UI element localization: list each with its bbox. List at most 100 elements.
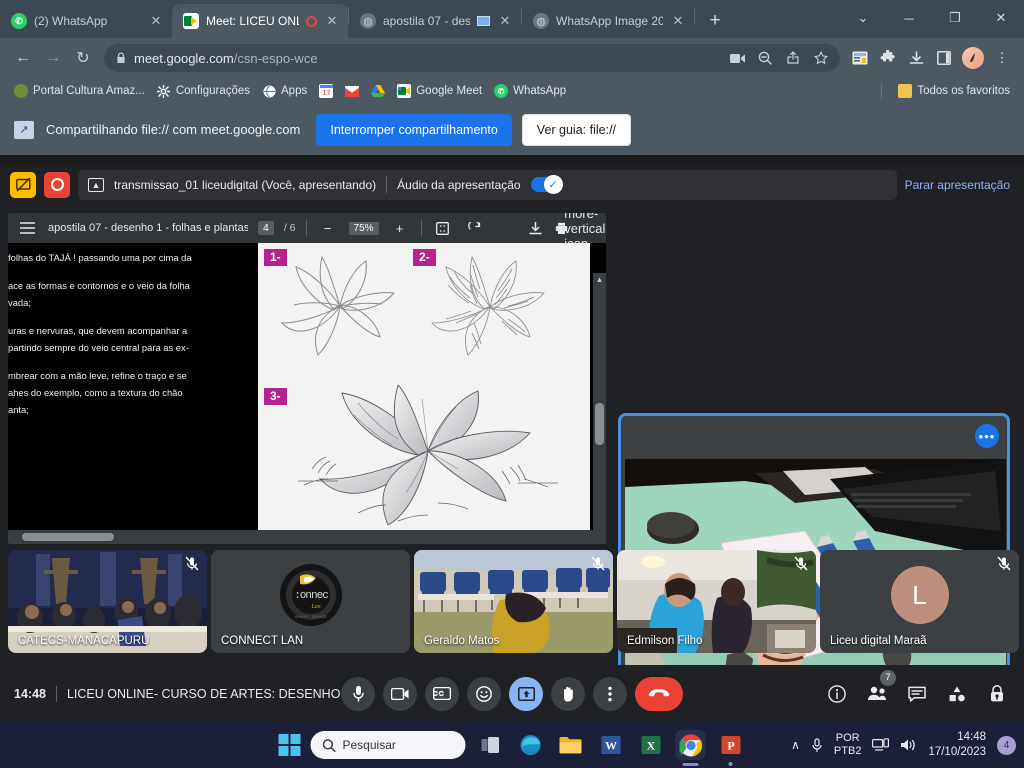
new-tab-button[interactable]: + [701,7,729,35]
more-options-button[interactable] [593,676,627,711]
tab-close-icon[interactable]: ✕ [148,13,164,29]
more-vertical-icon[interactable]: more-vertical-icon [564,213,606,251]
scroll-thumb[interactable] [595,403,604,445]
microphone-button[interactable] [341,676,375,711]
scroll-thumb[interactable] [22,533,114,541]
unpin-screen-icon[interactable] [10,171,36,198]
hamburger-menu-icon[interactable] [16,217,38,239]
bookmark-drive[interactable] [365,82,391,100]
taskbar-apps: Pesquisar W X P [278,730,746,760]
bookmark-google-meet[interactable]: Google Meet [391,82,488,100]
meeting-details-button[interactable] [824,681,850,707]
stop-sharing-button[interactable]: Interromper compartilhamento [316,113,512,146]
pdf-vertical-scrollbar[interactable]: ▲ ▼ [593,273,606,544]
close-button[interactable]: ✕ [978,0,1024,36]
bookmark-calendar[interactable]: 17 [313,82,339,100]
profile-avatar[interactable] [962,47,984,69]
bookmark-portal-cultura[interactable]: Portal Cultura Amaz... [8,82,151,100]
present-now-button[interactable] [509,676,543,711]
zoom-out-icon[interactable] [752,45,778,71]
omnibox-actions [724,45,834,71]
bookmark-all-folder[interactable]: Todos os favoritos [892,82,1016,100]
notification-badge[interactable]: 4 [997,735,1016,755]
tab-close-icon[interactable]: ✕ [670,13,686,29]
tab-close-icon[interactable]: ✕ [324,13,340,29]
captions-button[interactable] [425,676,459,711]
reload-icon[interactable]: ↻ [68,43,98,73]
network-icon[interactable] [872,738,890,752]
address-bar[interactable]: meet.google.com/csn-espo-wce [104,44,840,72]
tab-search-icon[interactable]: ⌄ [840,0,886,36]
mic-icon[interactable] [811,737,823,753]
participant-tile-4[interactable]: L Liceu digital Maraã [820,550,1019,653]
file-explorer-icon[interactable] [556,730,586,760]
maximize-button[interactable]: ❐ [932,0,978,36]
participants-button[interactable]: 7 [864,669,896,707]
bookmark-star-icon[interactable] [808,45,834,71]
task-view-icon[interactable] [476,730,506,760]
meeting-clock: 14:48 [14,686,46,701]
word-icon[interactable]: W [596,730,626,760]
share-icon[interactable] [780,45,806,71]
downloads-icon[interactable] [902,44,930,72]
svg-text:M.M.S.P. - SERVICE: M.M.S.P. - SERVICE [295,615,327,619]
browser-tab-3[interactable]: ◍ WhatsApp Image 2023 ✕ [522,4,694,38]
bookmarks-overflow: Todos os favoritos [881,82,1016,100]
browser-menu-icon[interactable]: ⋮ [988,44,1016,72]
tab-recording-icon[interactable] [306,15,317,27]
clock[interactable]: 14:48 17/10/2023 [928,730,986,760]
scroll-up-icon[interactable]: ▲ [593,273,606,286]
download-icon[interactable] [524,217,546,239]
bookmark-gmail[interactable] [339,82,365,100]
reading-list-icon[interactable] [846,44,874,72]
stop-presentation-link[interactable]: Parar apresentação [905,178,1014,192]
participant-tile-0[interactable]: CATECS-MANACAPURU [8,550,207,653]
chrome-icon[interactable] [675,730,706,760]
extensions-puzzle-icon[interactable] [874,44,902,72]
side-panel-icon[interactable] [930,44,958,72]
forward-icon[interactable]: → [38,43,68,73]
activities-button[interactable] [944,681,970,707]
edge-icon[interactable] [516,730,546,760]
zoom-in-button[interactable]: + [389,217,411,239]
record-icon[interactable] [44,171,70,198]
minimize-button[interactable]: ─ [886,0,932,36]
zoom-out-button[interactable]: − [317,217,339,239]
raise-hand-button[interactable] [551,676,585,711]
tab-close-icon[interactable]: ✕ [497,13,513,29]
pdf-page-input[interactable]: 4 [258,221,274,235]
powerpoint-icon[interactable]: P [716,730,746,760]
participant-tile-3[interactable]: Edmilson Filho [617,550,816,653]
pdf-horizontal-scrollbar[interactable] [8,530,606,544]
back-icon[interactable]: ← [8,43,38,73]
participant-tile-2[interactable]: Geraldo Matos [414,550,613,653]
participant-tile-1[interactable]: :onnec Lan M.M.S.P. - SERVICE CONNECT LA… [211,550,410,653]
tray-chevron-icon[interactable]: ∧ [791,738,800,752]
pdf-page-content[interactable]: folhas do TAJÁ ! passando uma por cima d… [8,243,606,544]
camera-button[interactable] [383,676,417,711]
leave-call-button[interactable] [635,676,683,711]
volume-icon[interactable] [900,738,917,752]
host-controls-button[interactable] [984,681,1010,707]
bookmark-apps[interactable]: Apps [256,82,313,100]
start-button[interactable] [278,734,301,756]
browser-tab-1[interactable]: Meet: LICEU ONLI ✕ [172,4,348,38]
participant-name: Geraldo Matos [424,635,500,647]
reactions-button[interactable] [467,676,501,711]
pdf-toolbar: apostila 07 - desenho 1 - folhas e plant… [8,213,606,251]
bookmark-configuracoes[interactable]: Configurações [151,82,256,100]
excel-icon[interactable]: X [636,730,666,760]
presentation-audio-toggle[interactable] [530,175,563,194]
view-tab-button[interactable]: Ver guia: file:// [521,113,632,146]
camera-icon[interactable] [724,45,750,71]
search-input[interactable]: Pesquisar [310,731,466,759]
rotate-icon[interactable] [464,217,486,239]
language-indicator[interactable]: POR PTB2 [834,732,862,758]
browser-tab-2[interactable]: ◍ apostila 07 - dese ✕ [349,4,521,38]
tab-casting-icon[interactable] [477,16,490,26]
browser-tab-0[interactable]: ✆ (2) WhatsApp ✕ [0,4,172,38]
fit-page-icon[interactable] [432,217,454,239]
more-options-icon[interactable]: ••• [975,424,999,448]
chat-button[interactable] [904,681,930,707]
bookmark-whatsapp[interactable]: ✆ WhatsApp [488,82,572,100]
